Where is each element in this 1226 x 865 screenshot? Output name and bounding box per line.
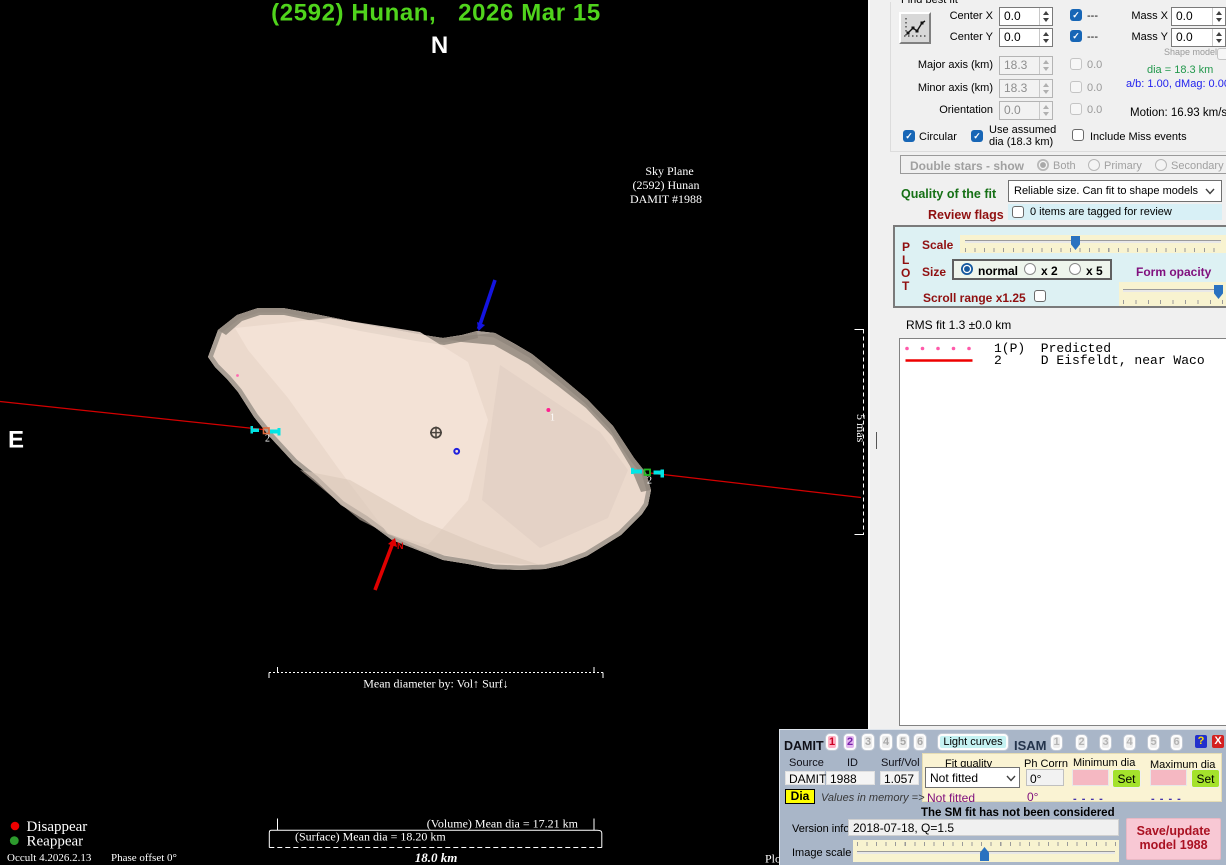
svg-text:Occult 4.2026.2.13: Occult 4.2026.2.13 bbox=[7, 852, 92, 864]
svg-text:1: 1 bbox=[550, 413, 555, 424]
svg-text:(Volume) Mean dia = 17.21 km: (Volume) Mean dia = 17.21 km bbox=[427, 817, 579, 831]
svg-text:DAMIT #1988: DAMIT #1988 bbox=[630, 192, 702, 206]
svg-text:E: E bbox=[8, 427, 24, 454]
svg-text:5 mas: 5 mas bbox=[854, 414, 868, 443]
svg-text:Phase offset 0°: Phase offset 0° bbox=[111, 852, 177, 864]
svg-text:Reappear: Reappear bbox=[27, 834, 84, 850]
svg-text:N: N bbox=[431, 32, 448, 59]
svg-text:18.0 km: 18.0 km bbox=[415, 850, 458, 865]
svg-text:N: N bbox=[397, 541, 404, 551]
svg-text:(2592) Hunan: (2592) Hunan bbox=[633, 178, 700, 192]
svg-text:2: 2 bbox=[265, 434, 270, 445]
svg-text:(2592) Hunan, 2026 Mar 15: (2592) Hunan, 2026 Mar 15 bbox=[271, 0, 601, 27]
svg-text:(Surface) Mean dia = 18.20 km: (Surface) Mean dia = 18.20 km bbox=[295, 830, 446, 844]
svg-text:2: 2 bbox=[647, 476, 652, 487]
svg-text:Sky Plane: Sky Plane bbox=[645, 164, 693, 178]
svg-text:Mean diameter by: Vol↑ Surf↓: Mean diameter by: Vol↑ Surf↓ bbox=[363, 677, 509, 691]
